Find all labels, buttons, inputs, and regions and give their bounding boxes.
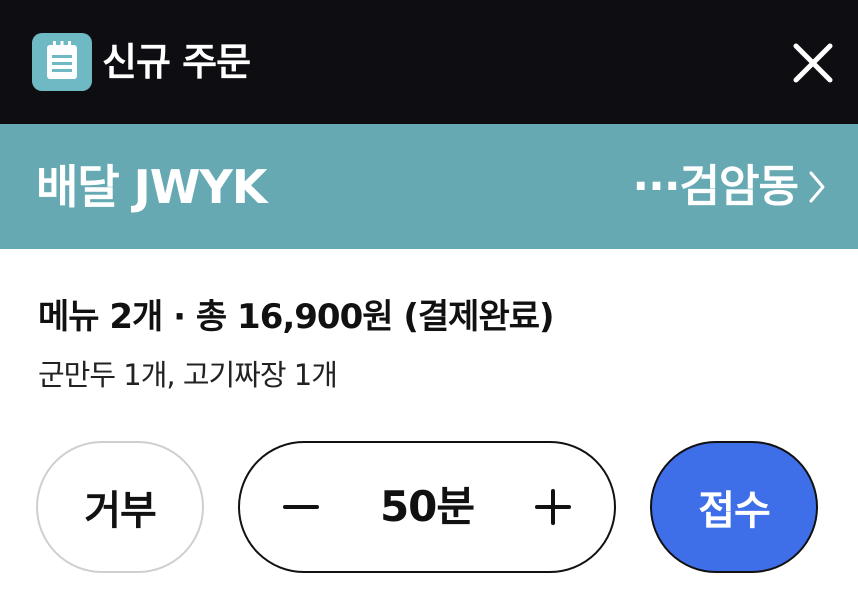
chevron-right-icon [809,171,825,203]
close-button[interactable] [788,38,838,88]
decrease-time-button[interactable] [246,443,356,571]
reject-button[interactable]: 거부 [36,441,204,573]
delivery-label: 배달 JWYK [36,160,267,214]
order-summary: 메뉴 2개 · 총 16,900원 (결제완료) [38,297,555,337]
order-items: 군만두 1개, 고기짜장 1개 [38,358,338,392]
location-link[interactable]: ···검암동 [632,154,826,220]
accept-button[interactable]: 접수 [650,441,818,573]
plus-icon [535,489,571,525]
minus-icon [283,505,319,509]
order-notepad-icon [32,33,92,91]
close-icon [793,43,833,83]
window-title: 신규 주문 [102,40,251,84]
prep-time-stepper: 50분 [238,441,616,573]
location-label: ···검암동 [632,161,799,212]
increase-time-button[interactable] [498,443,608,571]
